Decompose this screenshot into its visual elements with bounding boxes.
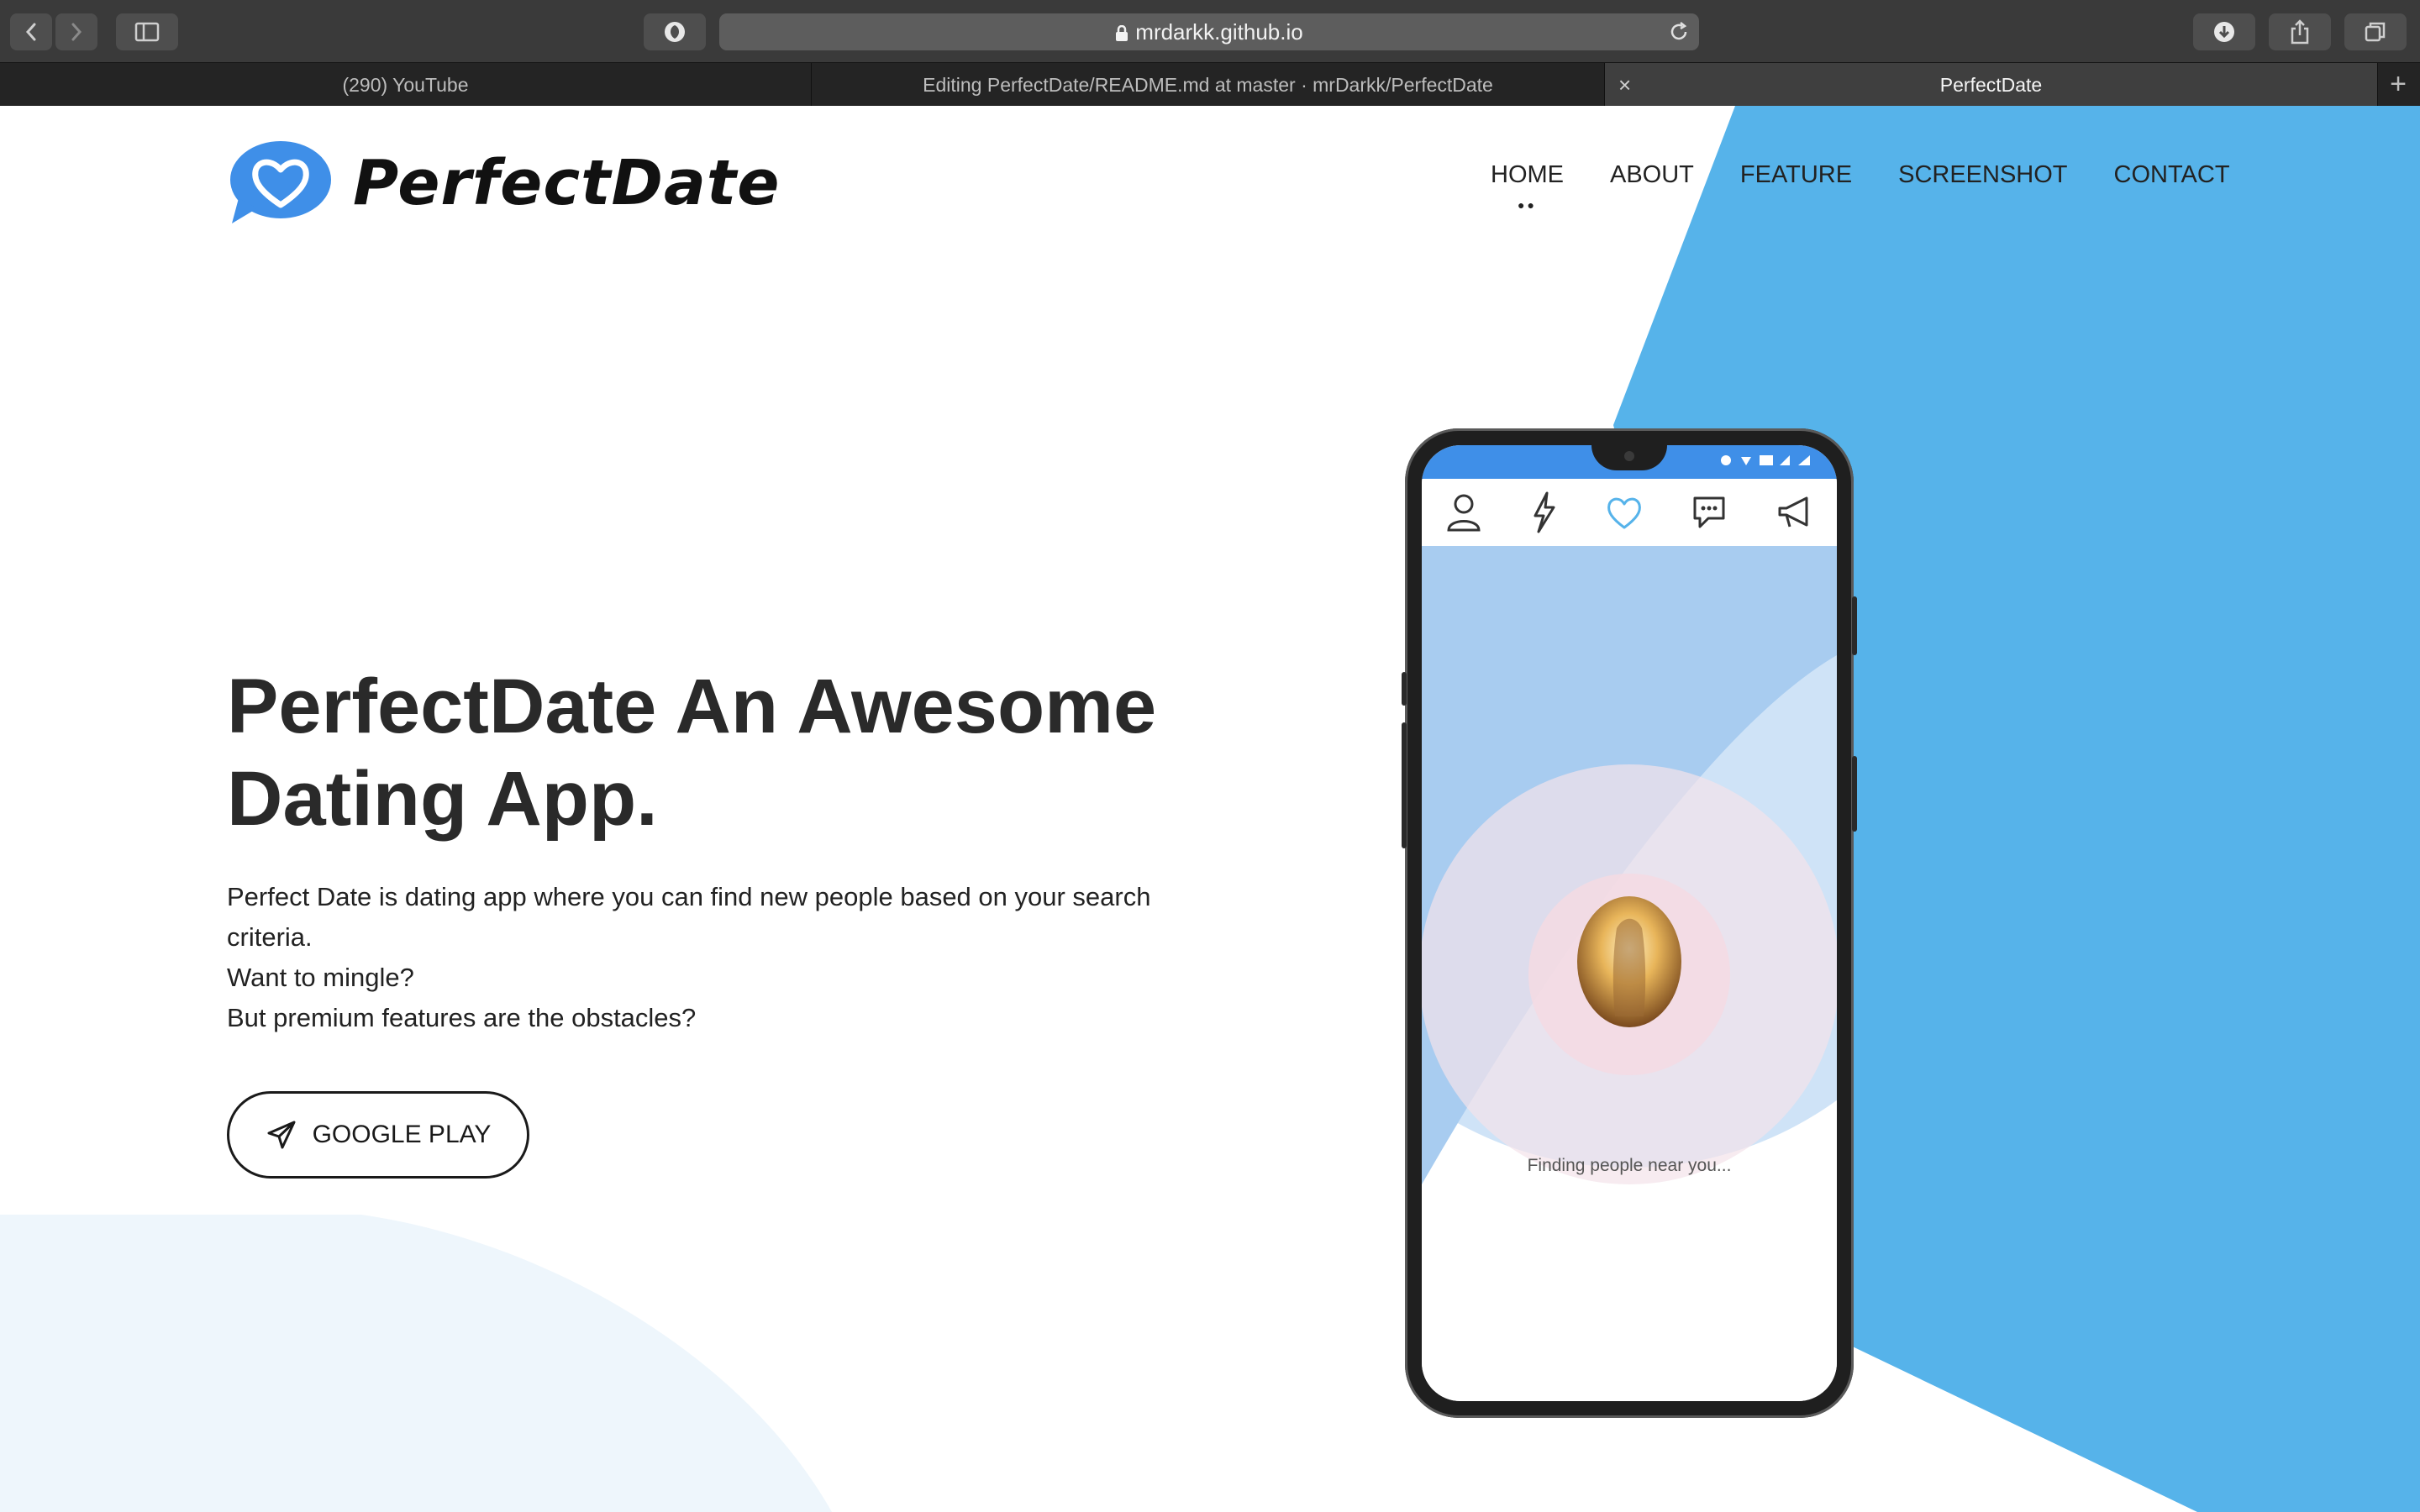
tab-github-readme[interactable]: Editing PerfectDate/README.md at master … bbox=[812, 63, 1605, 107]
nav-screenshot[interactable]: SCREENSHOT bbox=[1898, 161, 2067, 189]
close-tab-icon[interactable]: × bbox=[1618, 63, 1631, 107]
status-icons bbox=[1718, 452, 1827, 473]
nav-about[interactable]: ABOUT bbox=[1610, 161, 1694, 189]
sidebar-toggle-button[interactable] bbox=[116, 13, 178, 50]
google-play-label: GOOGLE PLAY bbox=[312, 1121, 492, 1148]
finding-people-text: Finding people near you... bbox=[1527, 1156, 1732, 1175]
chat-icon[interactable] bbox=[1690, 493, 1728, 532]
new-tab-button[interactable]: + bbox=[2376, 63, 2420, 107]
nav-label: HOME bbox=[1491, 161, 1564, 188]
nav-home[interactable]: HOME ●● bbox=[1491, 161, 1564, 212]
signal-wifi-battery-icon bbox=[1721, 455, 1810, 465]
app-tab-bar bbox=[1422, 479, 1837, 546]
reload-icon bbox=[1670, 22, 1687, 40]
phone-side-button bbox=[1402, 722, 1407, 848]
forward-icon bbox=[71, 23, 82, 41]
nav-label: SCREENSHOT bbox=[1898, 161, 2068, 188]
phone-screen: Finding people near you... bbox=[1422, 445, 1837, 1401]
browser-toolbar: mrdarkk.github.io bbox=[0, 0, 2420, 62]
privacy-shield-icon bbox=[665, 22, 685, 42]
hero-title: PerfectDate An Awesome Dating App. bbox=[227, 664, 1157, 842]
tab-label: Editing PerfectDate/README.md at master … bbox=[923, 74, 1493, 96]
address-text-wrap: mrdarkk.github.io bbox=[719, 13, 1699, 50]
share-button[interactable] bbox=[2269, 13, 2331, 50]
brand-name: PerfectDate bbox=[353, 147, 781, 219]
nav-label: CONTACT bbox=[2113, 161, 2230, 188]
downloads-button[interactable] bbox=[2193, 13, 2255, 50]
pale-blue-wave-shape bbox=[0, 1215, 832, 1512]
lock-icon bbox=[1116, 25, 1128, 42]
paper-plane-icon bbox=[267, 1121, 296, 1149]
front-camera-icon bbox=[1624, 451, 1634, 461]
phone-mockup: Finding people near you... bbox=[1402, 428, 1857, 1418]
google-play-button[interactable]: GOOGLE PLAY bbox=[227, 1091, 529, 1179]
nav-feature[interactable]: FEATURE bbox=[1740, 161, 1852, 189]
reload-button[interactable] bbox=[1667, 20, 1691, 48]
back-button[interactable] bbox=[10, 13, 52, 50]
radar-search-view: Finding people near you... bbox=[1422, 462, 1837, 1401]
forward-button[interactable] bbox=[55, 13, 97, 50]
tab-label: (290) YouTube bbox=[342, 74, 469, 96]
share-icon bbox=[2291, 19, 2309, 45]
lightning-icon[interactable] bbox=[1528, 491, 1559, 534]
site-logo[interactable]: PerfectDate bbox=[227, 139, 780, 227]
hero-description-line: But premium features are the obstacles? bbox=[227, 1003, 697, 1032]
active-indicator: ●● bbox=[1518, 198, 1537, 212]
tab-youtube[interactable]: (290) YouTube bbox=[0, 63, 812, 107]
phone-notch bbox=[1591, 445, 1667, 470]
tabs-overview-button[interactable] bbox=[2344, 13, 2407, 50]
nav-contact[interactable]: CONTACT bbox=[2114, 161, 2230, 189]
nav-label: FEATURE bbox=[1739, 161, 1853, 188]
sidebar-icon bbox=[134, 22, 160, 42]
hero-description-line: Perfect Date is dating app where you can… bbox=[227, 882, 1151, 952]
tab-perfectdate[interactable]: × PerfectDate bbox=[1605, 63, 2378, 107]
main-nav: HOME ●● ABOUT FEATURE SCREENSHOT CONTACT bbox=[1491, 161, 2276, 212]
phone-side-button bbox=[1402, 672, 1407, 706]
page-viewport: PerfectDate HOME ●● ABOUT FEATURE SCREEN… bbox=[0, 106, 2420, 1512]
phone-side-button bbox=[1852, 756, 1857, 832]
radar-background bbox=[1422, 462, 1837, 1401]
tab-label: PerfectDate bbox=[1939, 74, 2043, 96]
megaphone-icon[interactable] bbox=[1775, 493, 1813, 532]
hero-description: Perfect Date is dating app where you can… bbox=[227, 877, 1193, 1038]
hero-description-line: Want to mingle? bbox=[227, 963, 414, 992]
address-bar[interactable]: mrdarkk.github.io bbox=[719, 13, 1699, 50]
tab-bar: (290) YouTube Editing PerfectDate/README… bbox=[0, 62, 2420, 107]
url-text: mrdarkk.github.io bbox=[1135, 19, 1303, 45]
back-icon bbox=[25, 23, 36, 41]
profile-icon[interactable] bbox=[1445, 491, 1482, 533]
nav-label: ABOUT bbox=[1610, 161, 1694, 188]
tabs-overview-icon bbox=[2365, 22, 2386, 42]
browser-chrome: mrdarkk.github.io (290) YouTube Editing … bbox=[0, 0, 2420, 107]
privacy-report-button[interactable] bbox=[644, 13, 706, 50]
heart-icon[interactable] bbox=[1605, 493, 1644, 532]
heart-chat-bubble-icon bbox=[230, 141, 331, 223]
download-icon bbox=[2214, 22, 2234, 42]
phone-side-button bbox=[1852, 596, 1857, 655]
